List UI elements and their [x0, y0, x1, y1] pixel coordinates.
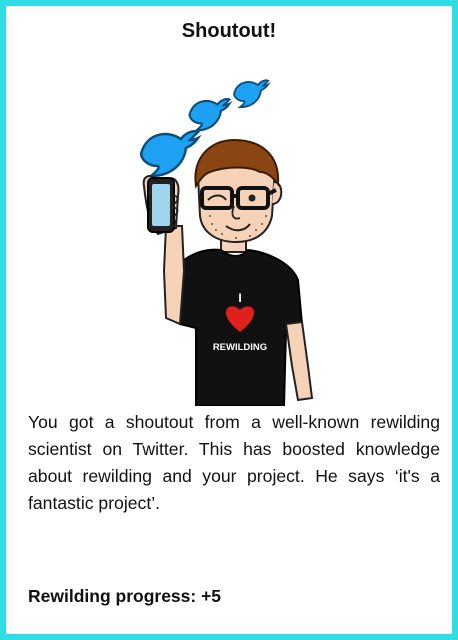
- card-title: Shoutout!: [181, 20, 277, 42]
- card-illustration: I REWILDING: [139, 79, 314, 406]
- twitter-bird-icon: [188, 98, 233, 132]
- card-description: You got a shoutout from a well-known rew…: [28, 412, 440, 513]
- event-card: Shoutout! I REWILDING You got a shoutout…: [0, 0, 458, 640]
- phone-icon: [147, 177, 175, 233]
- twitter-bird-icon: [233, 79, 271, 109]
- shirt-text-rewilding: REWILDING: [213, 342, 267, 353]
- person: I REWILDING: [142, 138, 314, 406]
- twitter-bird-icon: [139, 130, 202, 178]
- rewilding-progress: Rewilding progress: +5: [28, 586, 222, 606]
- shirt-text-i: I: [238, 291, 241, 305]
